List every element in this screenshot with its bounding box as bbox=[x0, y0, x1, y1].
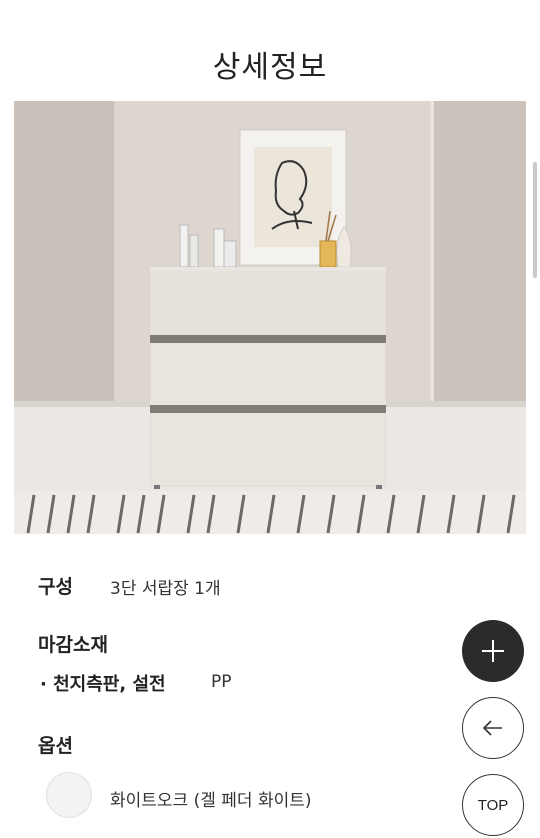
scrollbar[interactable] bbox=[533, 162, 537, 278]
plus-button[interactable] bbox=[462, 620, 524, 682]
page-title: 상세정보 bbox=[212, 50, 328, 85]
finish-item-value: PP bbox=[211, 672, 232, 692]
back-button[interactable] bbox=[462, 697, 524, 759]
composition-value: 3단 서랍장 1개 bbox=[110, 579, 221, 599]
option-label: 옵션 bbox=[38, 735, 73, 757]
option-name[interactable]: 화이트오크 (겔 페더 화이트) bbox=[110, 786, 312, 811]
composition-label: 구성 bbox=[38, 576, 73, 598]
finish-item-label: · 천지측판, 설전 bbox=[40, 674, 166, 695]
product-photo bbox=[14, 101, 526, 534]
arrow-left-icon bbox=[482, 720, 502, 736]
scroll-top-button[interactable]: TOP bbox=[462, 774, 524, 836]
plus-icon bbox=[482, 640, 504, 662]
option-swatch[interactable] bbox=[46, 772, 92, 818]
finish-label: 마감소재 bbox=[38, 634, 108, 656]
